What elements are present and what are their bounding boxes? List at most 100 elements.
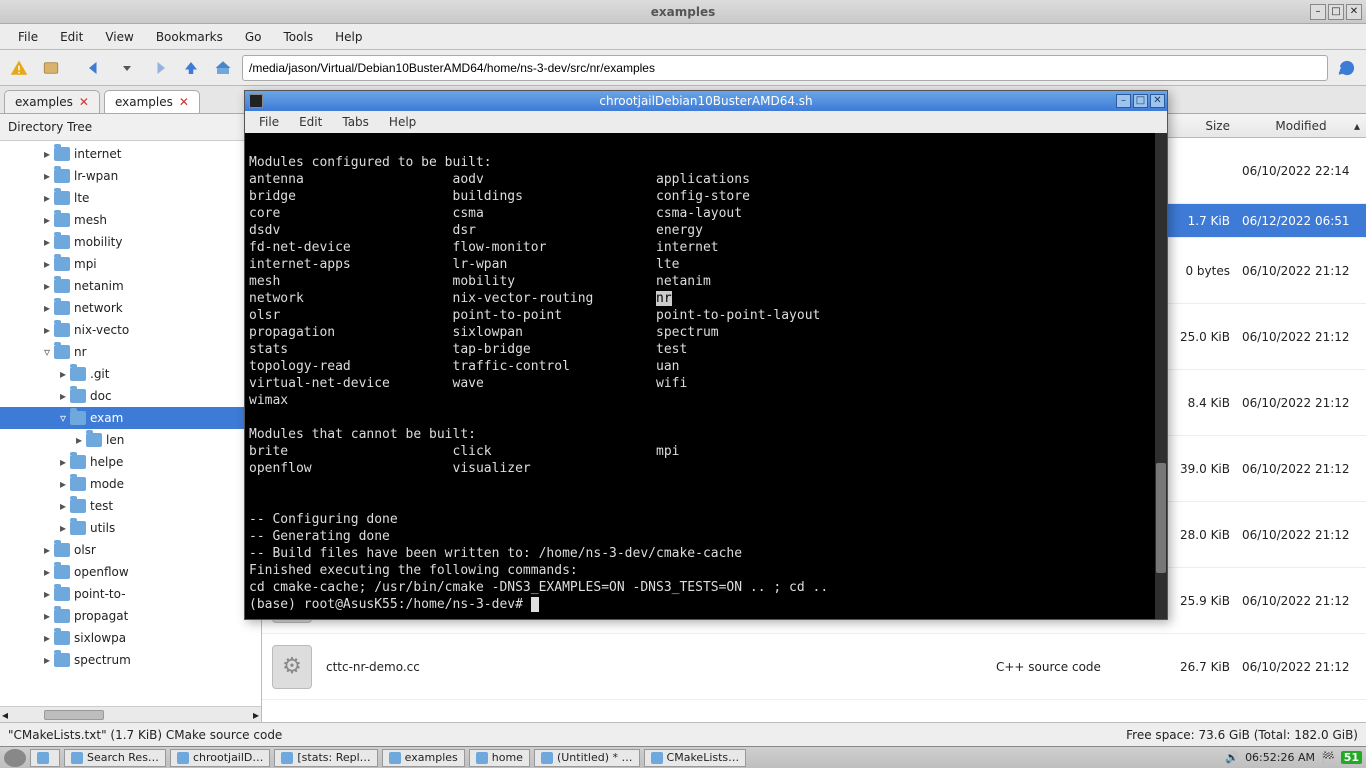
menu-help[interactable]: Help: [325, 26, 372, 48]
tree-item-olsr[interactable]: ▸olsr: [0, 539, 261, 561]
tree-twisty-icon[interactable]: ▸: [40, 147, 54, 161]
terminal-scrollbar[interactable]: [1155, 133, 1167, 619]
menu-bookmarks[interactable]: Bookmarks: [146, 26, 233, 48]
back-history-dropdown[interactable]: [114, 55, 140, 81]
file-row[interactable]: cttc-nr-demo.ccC++ source code26.7 KiB06…: [262, 634, 1366, 700]
tree-twisty-icon[interactable]: ▸: [72, 433, 86, 447]
address-bar[interactable]: [242, 55, 1328, 81]
tree-twisty-icon[interactable]: ▸: [56, 367, 70, 381]
terminal-titlebar[interactable]: chrootjailDebian10BusterAMD64.sh – □ ✕: [245, 91, 1167, 111]
tree-twisty-icon[interactable]: ▸: [40, 191, 54, 205]
tree-twisty-icon[interactable]: ▿: [40, 345, 54, 359]
terminal-maximize-button[interactable]: □: [1133, 94, 1148, 108]
menu-view[interactable]: View: [95, 26, 143, 48]
menu-file[interactable]: File: [8, 26, 48, 48]
directory-tree[interactable]: ▸internet▸lr-wpan▸lte▸mesh▸mobility▸mpi▸…: [0, 141, 261, 706]
tree-item-len[interactable]: ▸len: [0, 429, 261, 451]
tree-twisty-icon[interactable]: ▸: [40, 301, 54, 315]
tab-examples-1[interactable]: examples ✕: [4, 90, 100, 113]
tree-item-mode[interactable]: ▸mode: [0, 473, 261, 495]
tree-item-netanim[interactable]: ▸netanim: [0, 275, 261, 297]
tree-item-nr[interactable]: ▿nr: [0, 341, 261, 363]
col-modified[interactable]: Modified ▴: [1236, 119, 1366, 133]
terminal-minimize-button[interactable]: –: [1116, 94, 1131, 108]
tree-twisty-icon[interactable]: ▸: [56, 499, 70, 513]
menu-tools[interactable]: Tools: [274, 26, 324, 48]
tree-twisty-icon[interactable]: ▸: [40, 543, 54, 557]
term-menu-edit[interactable]: Edit: [291, 113, 330, 131]
tab-close-icon[interactable]: ✕: [79, 95, 89, 109]
tree-item-mobility[interactable]: ▸mobility: [0, 231, 261, 253]
tab-close-icon[interactable]: ✕: [179, 95, 189, 109]
tree-twisty-icon[interactable]: ▸: [40, 235, 54, 249]
terminal-close-button[interactable]: ✕: [1150, 94, 1165, 108]
taskbar-app[interactable]: chrootjailD…: [170, 749, 270, 767]
tree-item-internet[interactable]: ▸internet: [0, 143, 261, 165]
taskbar-app[interactable]: examples: [382, 749, 465, 767]
address-input[interactable]: [249, 61, 1321, 75]
tree-item-.git[interactable]: ▸.git: [0, 363, 261, 385]
term-menu-help[interactable]: Help: [381, 113, 424, 131]
forward-button[interactable]: [146, 55, 172, 81]
tree-twisty-icon[interactable]: ▸: [40, 631, 54, 645]
tree-item-helpe[interactable]: ▸helpe: [0, 451, 261, 473]
taskbar-app-icon: [651, 752, 663, 764]
back-button[interactable]: [82, 55, 108, 81]
terminal-window[interactable]: chrootjailDebian10BusterAMD64.sh – □ ✕ F…: [244, 90, 1168, 620]
tree-horizontal-scrollbar[interactable]: ◂▸: [0, 706, 261, 722]
tree-item-doc[interactable]: ▸doc: [0, 385, 261, 407]
home-button[interactable]: [210, 55, 236, 81]
tree-item-utils[interactable]: ▸utils: [0, 517, 261, 539]
tree-item-nix-vecto[interactable]: ▸nix-vecto: [0, 319, 261, 341]
tree-item-mesh[interactable]: ▸mesh: [0, 209, 261, 231]
tree-item-mpi[interactable]: ▸mpi: [0, 253, 261, 275]
tree-twisty-icon[interactable]: ▸: [40, 169, 54, 183]
tree-item-openflow[interactable]: ▸openflow: [0, 561, 261, 583]
tree-twisty-icon[interactable]: ▸: [40, 213, 54, 227]
tree-twisty-icon[interactable]: ▸: [56, 455, 70, 469]
tree-twisty-icon[interactable]: ▸: [40, 279, 54, 293]
tree-twisty-icon[interactable]: ▸: [40, 565, 54, 579]
term-menu-file[interactable]: File: [251, 113, 287, 131]
tree-item-sixlowpa[interactable]: ▸sixlowpa: [0, 627, 261, 649]
term-menu-tabs[interactable]: Tabs: [334, 113, 377, 131]
tree-twisty-icon[interactable]: ▿: [56, 411, 70, 425]
taskbar-app[interactable]: CMakeLists…: [644, 749, 747, 767]
menu-go[interactable]: Go: [235, 26, 272, 48]
start-button[interactable]: [4, 749, 26, 767]
alert-icon[interactable]: [6, 55, 32, 81]
taskbar-app[interactable]: home: [469, 749, 530, 767]
taskbar-app[interactable]: [30, 749, 60, 767]
tree-twisty-icon[interactable]: ▸: [56, 389, 70, 403]
taskbar-app[interactable]: [stats: Repl…: [274, 749, 377, 767]
tree-item-spectrum[interactable]: ▸spectrum: [0, 649, 261, 671]
tray-volume-icon[interactable]: 🔊: [1225, 751, 1239, 764]
tree-twisty-icon[interactable]: ▸: [40, 257, 54, 271]
tree-item-network[interactable]: ▸network: [0, 297, 261, 319]
window-minimize-button[interactable]: –: [1310, 4, 1326, 20]
menu-edit[interactable]: Edit: [50, 26, 93, 48]
tray-flag-icon[interactable]: 🏁: [1321, 751, 1335, 764]
new-window-icon[interactable]: [38, 55, 64, 81]
tree-item-exam[interactable]: ▿exam: [0, 407, 261, 429]
tree-item-lr-wpan[interactable]: ▸lr-wpan: [0, 165, 261, 187]
taskbar-app[interactable]: Search Res…: [64, 749, 166, 767]
tab-examples-2[interactable]: examples ✕: [104, 90, 200, 113]
tree-item-point-to-[interactable]: ▸point-to-: [0, 583, 261, 605]
up-button[interactable]: [178, 55, 204, 81]
tree-item-lte[interactable]: ▸lte: [0, 187, 261, 209]
taskbar-app[interactable]: (Untitled) * …: [534, 749, 640, 767]
tree-twisty-icon[interactable]: ▸: [40, 587, 54, 601]
terminal-output[interactable]: Modules configured to be built: antenna …: [245, 133, 1167, 619]
window-maximize-button[interactable]: □: [1328, 4, 1344, 20]
tree-twisty-icon[interactable]: ▸: [56, 477, 70, 491]
col-size[interactable]: Size: [1166, 119, 1236, 133]
tree-item-test[interactable]: ▸test: [0, 495, 261, 517]
window-close-button[interactable]: ✕: [1346, 4, 1362, 20]
tree-twisty-icon[interactable]: ▸: [56, 521, 70, 535]
go-button[interactable]: [1334, 55, 1360, 81]
tree-twisty-icon[interactable]: ▸: [40, 323, 54, 337]
tree-twisty-icon[interactable]: ▸: [40, 653, 54, 667]
tree-item-propagat[interactable]: ▸propagat: [0, 605, 261, 627]
tree-twisty-icon[interactable]: ▸: [40, 609, 54, 623]
